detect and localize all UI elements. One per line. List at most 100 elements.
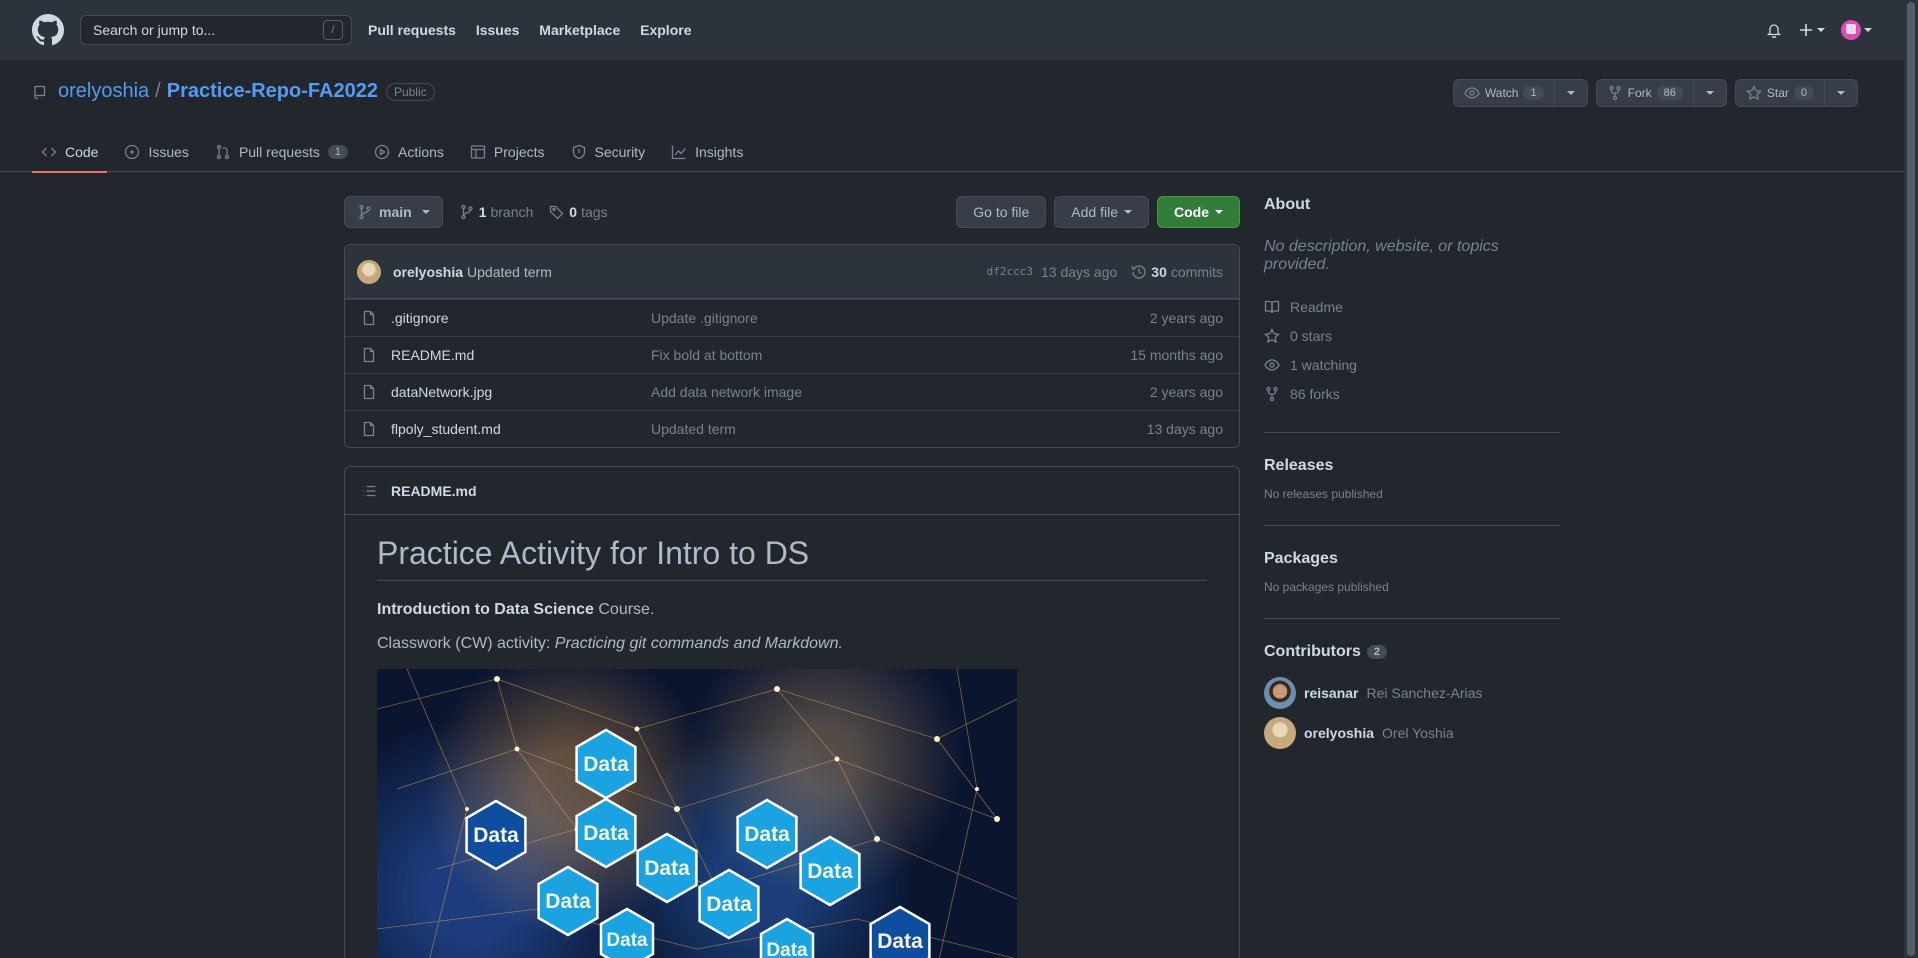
- bell-icon: [1766, 24, 1782, 38]
- star-icon: [1745, 85, 1762, 101]
- tab-projects[interactable]: Projects: [461, 132, 554, 172]
- file-name[interactable]: flpoly_student.md: [391, 421, 651, 437]
- packages-title[interactable]: Packages: [1264, 550, 1560, 568]
- star-dropdown[interactable]: [1825, 80, 1857, 106]
- star-button[interactable]: Star 0: [1736, 80, 1825, 106]
- contributor[interactable]: reisanar Rei Sanchez-Arias: [1264, 673, 1560, 713]
- chevron-down-icon: [421, 210, 430, 214]
- branch-name: main: [379, 204, 412, 220]
- branch-icon: [461, 204, 473, 220]
- branch-count-label: branch: [490, 204, 534, 220]
- tab-pull-requests[interactable]: Pull requests 1: [206, 132, 357, 172]
- sidebar-item-watching[interactable]: 1 watching: [1264, 350, 1560, 379]
- branch-bar: main 1 branch 0 tags Go to file Add file…: [344, 196, 1240, 228]
- sidebar-item-forks[interactable]: 86 forks: [1264, 379, 1560, 408]
- fork-icon: [1266, 386, 1278, 401]
- fork-dropdown[interactable]: [1694, 80, 1726, 106]
- watch-dropdown[interactable]: [1555, 80, 1587, 106]
- star-count: 0: [1793, 86, 1814, 100]
- commit-count-label: commits: [1170, 263, 1223, 280]
- about-description: No description, website, or topics provi…: [1264, 238, 1499, 273]
- chevron-down-icon: [1864, 28, 1872, 32]
- table-icon: [470, 145, 486, 159]
- readme-filename[interactable]: README.md: [391, 483, 477, 499]
- avatar[interactable]: [357, 259, 381, 284]
- fork-icon: [1608, 85, 1621, 101]
- user-menu-button[interactable]: [1841, 20, 1872, 40]
- list-unordered-icon[interactable]: [361, 483, 377, 499]
- repo-actions: Watch 1 Fork 86 Star 0: [1452, 79, 1858, 107]
- readme-panel: README.md Practice Activity for Intro to…: [344, 466, 1240, 958]
- sidebar-item-stars[interactable]: 0 stars: [1264, 321, 1560, 350]
- file-name[interactable]: dataNetwork.jpg: [391, 384, 651, 400]
- file-commit-message[interactable]: Updated term: [651, 421, 1147, 437]
- code-button[interactable]: Code: [1157, 196, 1240, 228]
- file-name[interactable]: .gitignore: [391, 310, 651, 326]
- data-hexagon: Data: [736, 798, 798, 870]
- contributor-name: Orel Yoshia: [1382, 725, 1454, 741]
- watch-button[interactable]: Watch 1: [1454, 80, 1555, 106]
- packages-empty: No packages published: [1264, 580, 1389, 594]
- file-browser: orelyoshia Updated term df2ccc3 13 days …: [344, 244, 1240, 448]
- data-hexagon: Data: [575, 728, 637, 800]
- repo-separator: /: [155, 80, 161, 102]
- commit-age: 13 days ago: [1041, 263, 1118, 280]
- svg-text:Data: Data: [644, 857, 690, 880]
- tab-actions[interactable]: Actions: [365, 132, 453, 172]
- go-to-file-button[interactable]: Go to file: [956, 196, 1047, 228]
- branch-select-button[interactable]: main: [344, 196, 443, 228]
- svg-text:Data: Data: [473, 824, 519, 847]
- commit-message[interactable]: Updated term: [467, 264, 552, 280]
- stars-link: 0 stars: [1290, 327, 1333, 344]
- code-button-label: Code: [1174, 204, 1209, 220]
- page-scrollbar[interactable]: [1904, 0, 1918, 958]
- chevron-down-icon: [1837, 91, 1845, 95]
- fork-button[interactable]: Fork 86: [1597, 80, 1694, 106]
- issue-icon: [125, 144, 140, 160]
- list-item[interactable]: .gitignore Update .gitignore 2 years ago: [345, 299, 1239, 336]
- releases-title[interactable]: Releases: [1264, 457, 1560, 475]
- history-icon: [1132, 264, 1146, 279]
- file-commit-message[interactable]: Update .gitignore: [651, 310, 1150, 326]
- tab-security[interactable]: Security: [562, 132, 655, 172]
- nav-marketplace[interactable]: Marketplace: [539, 22, 620, 38]
- nav-issues[interactable]: Issues: [476, 22, 520, 38]
- watch-button-group: Watch 1: [1452, 79, 1588, 107]
- svg-text:Data: Data: [545, 890, 591, 913]
- repo-owner-link[interactable]: orelyoshia: [58, 80, 149, 103]
- divider: [1264, 618, 1560, 619]
- file-commit-message[interactable]: Fix bold at bottom: [651, 347, 1130, 363]
- commit-author[interactable]: orelyoshia: [393, 264, 463, 280]
- nav-pull-requests[interactable]: Pull requests: [368, 22, 456, 38]
- tab-code[interactable]: Code: [32, 132, 108, 173]
- tags-link[interactable]: 0 tags: [549, 204, 608, 220]
- list-item[interactable]: README.md Fix bold at bottom 15 months a…: [345, 336, 1239, 373]
- add-file-button[interactable]: Add file: [1054, 196, 1149, 228]
- eye-icon: [1464, 87, 1480, 99]
- tab-label: Security: [594, 144, 646, 160]
- nav-explore[interactable]: Explore: [640, 22, 691, 38]
- notifications-button[interactable]: [1766, 22, 1782, 38]
- contributor[interactable]: orelyoshia Orel Yoshia: [1264, 713, 1560, 753]
- list-item[interactable]: flpoly_student.md Updated term 13 days a…: [345, 410, 1239, 447]
- svg-text:Data: Data: [706, 893, 752, 916]
- data-hexagon: Data: [869, 905, 931, 958]
- file-name[interactable]: README.md: [391, 347, 651, 363]
- list-item[interactable]: dataNetwork.jpg Add data network image 2…: [345, 373, 1239, 410]
- search-input[interactable]: Search or jump to... /: [80, 15, 352, 45]
- scrollbar-thumb[interactable]: [1907, 2, 1915, 956]
- file-commit-message[interactable]: Add data network image: [651, 384, 1150, 400]
- tab-insights[interactable]: Insights: [662, 132, 752, 172]
- github-logo-icon[interactable]: [32, 14, 64, 46]
- branches-link[interactable]: 1 branch: [459, 204, 534, 220]
- commit-sha[interactable]: df2ccc3: [987, 265, 1033, 278]
- commits-link[interactable]: 30 commits: [1131, 264, 1223, 280]
- tab-issues[interactable]: Issues: [115, 132, 197, 172]
- data-hexagon: Data: [465, 799, 527, 871]
- tab-label: Actions: [398, 144, 444, 160]
- sidebar-item-readme[interactable]: Readme: [1264, 292, 1560, 321]
- contributors-title[interactable]: Contributors 2: [1264, 643, 1560, 661]
- repo-name-link[interactable]: Practice-Repo-FA2022: [167, 80, 378, 103]
- create-new-button[interactable]: [1798, 22, 1825, 38]
- header-actions: [1766, 20, 1872, 40]
